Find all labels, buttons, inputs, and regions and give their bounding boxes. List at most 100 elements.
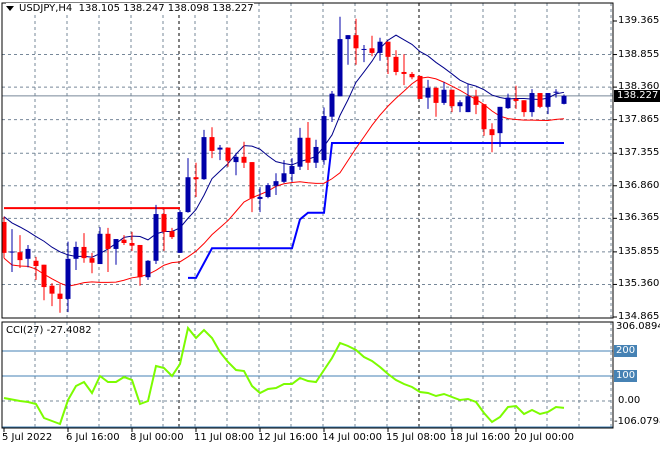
- ohlc-high: 138.247: [123, 3, 165, 14]
- price-axis-label: 136.365: [618, 212, 660, 224]
- time-axis-label: 15 Jul 08:00: [386, 432, 446, 443]
- ohlc-low: 138.098: [167, 3, 210, 14]
- candle-bullish: [177, 212, 183, 253]
- candle-bullish: [217, 147, 223, 150]
- price-axis-label: 138.855: [618, 48, 660, 60]
- candle-bullish: [281, 173, 287, 182]
- candle-bearish: [393, 56, 399, 72]
- price-axis-label: 137.355: [618, 147, 660, 159]
- candle-bullish: [289, 166, 295, 174]
- ohlc-close: 138.227: [212, 3, 254, 14]
- ohlc-open: 138.105: [78, 3, 121, 14]
- cci-level-200-label: 200: [614, 345, 638, 357]
- price-axis-label: 137.865: [618, 113, 660, 125]
- price-axis-label: 139.365: [618, 15, 660, 26]
- candle-bullish: [457, 102, 463, 107]
- candle-bullish: [561, 95, 567, 104]
- time-axis-label: 14 Jul 00:00: [322, 432, 382, 443]
- cci-level-0-label: 0.00: [618, 395, 641, 406]
- candle-bullish: [465, 96, 471, 113]
- candle-bullish: [185, 177, 191, 213]
- cci-axis-max: 306.0894: [616, 321, 660, 332]
- candle-bearish: [225, 147, 231, 161]
- candle-bullish: [377, 41, 383, 53]
- candle-bullish: [337, 39, 343, 97]
- candle-bullish: [113, 239, 119, 249]
- candle-bullish: [321, 116, 327, 161]
- candle-bearish: [305, 137, 311, 163]
- candle-bullish: [441, 89, 447, 103]
- cci-indicator-label: CCI(27) -27.4082: [6, 325, 92, 336]
- candle-bullish: [233, 156, 239, 163]
- candle-bullish: [425, 87, 431, 98]
- price-axis-label: 136.860: [618, 179, 660, 191]
- price-axis-label: 135.855: [618, 245, 660, 257]
- candle-bearish: [369, 48, 375, 53]
- candle-bearish: [537, 93, 543, 107]
- candle-bullish: [273, 181, 279, 186]
- candle-bullish: [505, 97, 511, 109]
- candle-bearish: [121, 239, 127, 243]
- candle-bullish: [153, 214, 159, 261]
- candle-bullish: [497, 106, 503, 134]
- candle-bullish: [73, 246, 79, 259]
- candle-bearish: [473, 96, 479, 105]
- candle-bearish: [353, 35, 359, 49]
- candle-bearish: [209, 137, 215, 151]
- candle-bullish: [297, 137, 303, 167]
- cci-level-100-label: 100: [614, 370, 638, 382]
- candle-bearish: [89, 258, 95, 263]
- symbol-name: USDJPY,H4: [19, 3, 73, 14]
- time-axis-label: 12 Jul 16:00: [258, 432, 318, 443]
- candle-bearish: [129, 243, 135, 246]
- chart-canvas[interactable]: [0, 0, 660, 450]
- candle-bearish: [81, 246, 87, 259]
- candle-bearish: [489, 129, 495, 136]
- candle-bearish: [481, 104, 487, 130]
- candle-bearish: [17, 252, 23, 261]
- candle-bearish: [409, 73, 415, 78]
- candle-bullish: [329, 93, 335, 117]
- candle-bearish: [449, 89, 455, 107]
- candle-bearish: [241, 156, 247, 163]
- symbol-header: USDJPY,H4 138.105 138.247 138.098 138.22…: [6, 3, 254, 14]
- dropdown-triangle-icon[interactable]: [6, 5, 14, 11]
- cci-axis-min: -106.0798: [614, 416, 660, 427]
- candle-bullish: [313, 146, 319, 163]
- time-axis-label: 20 Jul 00:00: [514, 432, 574, 443]
- candle-bearish: [105, 233, 111, 249]
- candle-bearish: [161, 214, 167, 232]
- candle-bearish: [49, 285, 55, 294]
- candle-bullish: [97, 233, 103, 265]
- candle-bullish: [65, 258, 71, 299]
- current-price-label: 138.227: [614, 89, 660, 102]
- candle-bullish: [361, 48, 367, 50]
- candle-bullish: [9, 251, 15, 253]
- candle-bearish: [385, 41, 391, 57]
- candle-bearish: [401, 71, 407, 74]
- candle-bearish: [33, 260, 39, 267]
- candle-bearish: [249, 162, 255, 199]
- candle-bearish: [513, 98, 519, 101]
- candle-bullish: [145, 260, 151, 278]
- time-axis-label: 5 Jul 2022: [2, 432, 53, 443]
- candle-bearish: [137, 244, 143, 278]
- candle-bearish: [41, 264, 47, 288]
- candle-bearish: [169, 231, 175, 238]
- moving-average-fast: [3, 34, 565, 258]
- candle-bullish: [345, 35, 351, 40]
- candle-bullish: [545, 93, 551, 107]
- time-axis-label: 18 Jul 16:00: [450, 432, 510, 443]
- candle-bullish: [257, 196, 263, 199]
- candle-bullish: [553, 91, 559, 93]
- candle-bullish: [529, 93, 535, 113]
- time-axis-label: 8 Jul 00:00: [130, 432, 184, 443]
- candle-bullish: [25, 248, 31, 259]
- candle-bearish: [57, 293, 63, 299]
- time-axis-label: 6 Jul 16:00: [66, 432, 120, 443]
- candle-bullish: [265, 185, 271, 197]
- candle-bullish: [201, 137, 207, 180]
- candle-bearish: [521, 100, 527, 113]
- price-axis-label: 135.360: [618, 278, 660, 290]
- candle-bearish: [193, 177, 199, 180]
